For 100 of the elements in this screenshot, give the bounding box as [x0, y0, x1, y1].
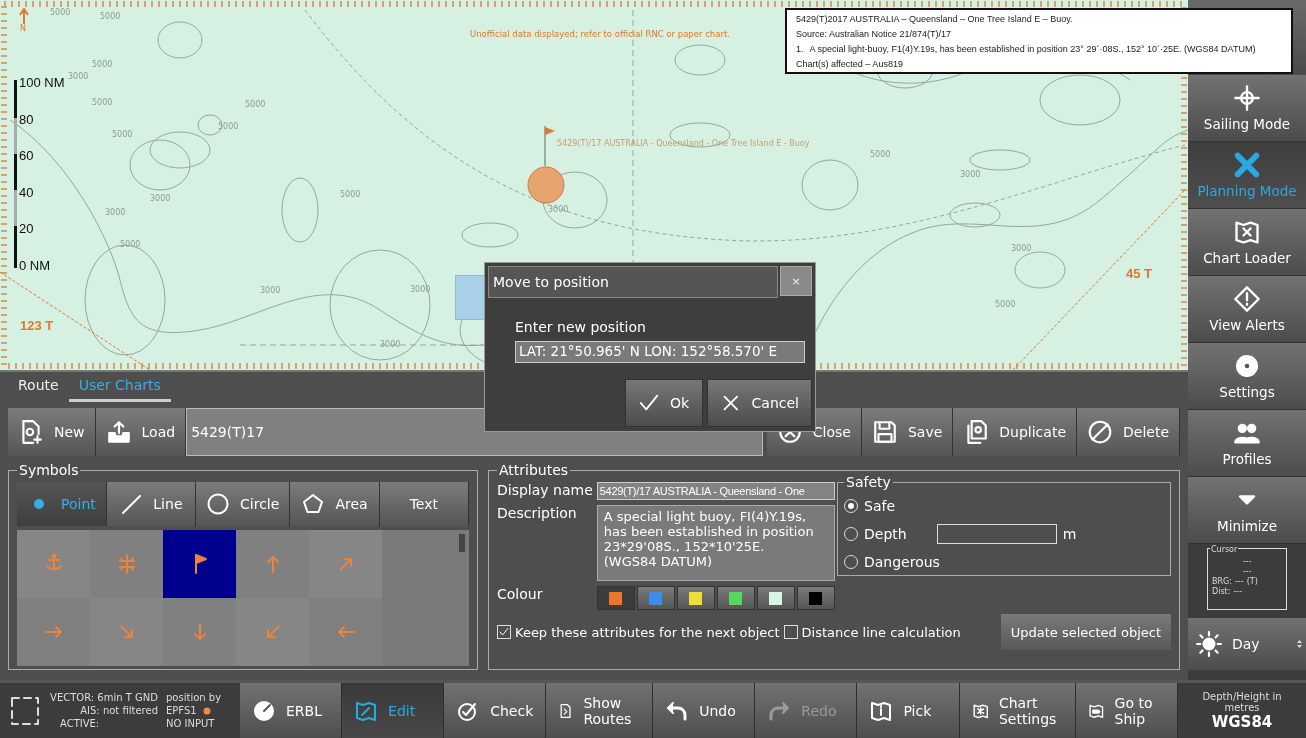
checkbox[interactable] [497, 625, 511, 639]
toolbar-button[interactable]: Edit [342, 683, 445, 738]
depth-label: 5000 [92, 60, 113, 69]
tab[interactable]: Route [8, 373, 69, 402]
delete-button[interactable]: Delete [1077, 408, 1180, 456]
symbol-cell[interactable] [90, 530, 163, 598]
scale-label: 100 NM [19, 75, 65, 90]
checkbox-label: Distance line calculation [801, 624, 961, 640]
new-button[interactable]: New [8, 408, 96, 456]
checkbox[interactable] [783, 625, 798, 639]
status-text: NO INPUT [166, 718, 216, 729]
notice-text: A special light-buoy, F1(4)Y.19s, has been established in position 23° 29´·08S., 152° 10´·25E. (WGS84 DATUM) [809, 44, 1256, 54]
bearing-label: 123 T [20, 318, 54, 333]
depth-input-field[interactable] [936, 524, 1057, 544]
symbol-cell[interactable] [90, 598, 163, 666]
depth-label: 3000 [548, 205, 569, 214]
symbol-cell[interactable] [163, 598, 236, 666]
cursor-value: --- [1241, 567, 1253, 576]
toolbar-button[interactable]: Undo [653, 683, 756, 738]
update-button[interactable]: Update selected object [1000, 614, 1171, 650]
sidebar-button[interactable]: Settings [1188, 343, 1306, 410]
chart-object-label: 5429(T)/17 AUSTRALIA - Queensland - One Tree Island E - Buoy [557, 139, 810, 148]
checkbox-label: Keep these attributes for the next object [515, 624, 780, 640]
prompt-label: Enter new position [515, 319, 646, 335]
toolbar-button[interactable]: Pick [857, 683, 960, 738]
sidebar-button[interactable]: Profiles [1188, 410, 1306, 477]
colour-swatch[interactable] [796, 586, 835, 610]
colour-swatch[interactable] [596, 586, 635, 610]
datum-value: WGS84 [1211, 712, 1273, 731]
field-label: Colour [497, 586, 544, 602]
panel-title: Cursor [1210, 545, 1239, 554]
tool-button[interactable]: Circle [196, 482, 291, 526]
colour-swatch[interactable] [676, 586, 715, 610]
save-button[interactable]: Save [861, 408, 954, 456]
status-dot-icon [202, 706, 211, 715]
toolbar-button[interactable]: Chart Settings [959, 683, 1076, 738]
colour-swatch[interactable] [716, 586, 755, 610]
unit-label: m [1062, 526, 1077, 542]
depth-label: 5000 [218, 122, 239, 131]
tab[interactable]: User Charts [68, 373, 171, 402]
radio-label: Safe [864, 498, 895, 514]
description-field[interactable]: A special light buoy, FI(4)Y.19s, has been established in position 23*29'08S., 152*10'25E. (WGS84 DATUM) [596, 505, 835, 581]
toolbar-button[interactable]: ERBL [240, 683, 343, 738]
tool-button[interactable]: Area [290, 482, 380, 526]
sidebar-button[interactable]: Minimize [1188, 477, 1306, 544]
status-text: VECTOR: 6min T GND [50, 692, 158, 703]
cursor-value: --- [1233, 587, 1243, 596]
dialog-title: Move to position [488, 266, 778, 298]
close-icon [776, 432, 803, 445]
position-input-field[interactable]: LAT: 21°50.965' N LON: 152°58.570' E [515, 341, 805, 363]
load-button[interactable]: Load [95, 408, 187, 456]
depth-label: 3000 [410, 285, 431, 294]
symbol-cell[interactable] [17, 530, 90, 598]
tool-button[interactable]: Line [106, 482, 197, 526]
scale-label: 20 [19, 221, 34, 236]
toolbar-button[interactable]: Go to Ship [1075, 683, 1178, 738]
depth-label: 3000 [960, 170, 981, 179]
north-label: N [20, 24, 26, 33]
toolbar-button[interactable]: Show Routes [546, 683, 654, 738]
tool-button[interactable]: Text [379, 482, 469, 526]
depth-label: 3000 [1011, 244, 1032, 253]
symbol-cell[interactable] [17, 598, 90, 666]
cursor-label: BRG: [1212, 577, 1232, 586]
bearing-label: 45 T [1126, 266, 1152, 281]
depth-label: 3000 [380, 340, 401, 349]
symbol-cell[interactable] [309, 598, 382, 666]
day-mode-dropdown[interactable]: Day [1188, 618, 1306, 670]
cursor-value: --- [1241, 557, 1253, 566]
field-label: Display name [497, 482, 593, 498]
sidebar-button[interactable]: Chart Loader [1188, 209, 1306, 276]
tool-button[interactable]: Point [17, 482, 107, 526]
depth-label: 3000 [260, 286, 281, 295]
scale-label: 0 NM [19, 257, 51, 273]
symbol-cell[interactable] [309, 530, 382, 598]
circle-icon [206, 492, 231, 516]
warning-diamond-icon [1233, 285, 1261, 313]
sun-icon [1196, 631, 1222, 657]
cancel-button[interactable]: Cancel [707, 379, 812, 427]
scrollbar-thumb[interactable] [459, 534, 465, 552]
symbol-cell[interactable] [163, 530, 236, 598]
toolbar-button[interactable]: Check [444, 683, 547, 738]
depth-label: 5000 [870, 150, 891, 159]
depth-label: 5000 [50, 8, 71, 17]
sidebar-button[interactable]: View Alerts [1188, 276, 1306, 343]
radio-label: Depth [864, 526, 907, 542]
ok-button[interactable]: Ok [625, 379, 703, 427]
duplicate-button[interactable]: Duplicate [953, 408, 1077, 456]
colour-swatch[interactable] [636, 586, 675, 610]
depth-label: 3000 [68, 72, 89, 81]
radio-label: Dangerous [864, 554, 940, 570]
symbol-cell[interactable] [236, 530, 309, 598]
section-title: Attributes [498, 462, 570, 478]
checkmark-icon [498, 626, 510, 638]
symbol-cell[interactable] [236, 598, 309, 666]
field-label: Description [497, 505, 578, 521]
colour-swatch[interactable] [756, 586, 795, 610]
status-text: EPFS1 [166, 705, 197, 716]
close-button[interactable]: × [780, 266, 812, 296]
display-name-field[interactable]: 5429(T)/17 AUSTRALIA - Queensland - One [596, 482, 835, 500]
sidebar-button[interactable]: Sailing Mode [1188, 75, 1306, 142]
